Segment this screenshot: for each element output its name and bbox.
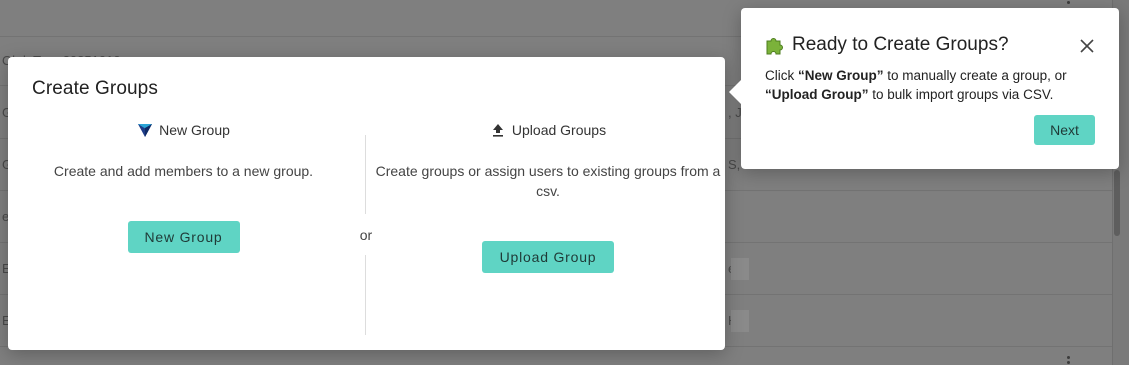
section-divider xyxy=(365,255,366,335)
create-groups-modal: Create Groups New Group Create and add m… xyxy=(8,57,725,350)
popover-body-middle: to manually create a group, or xyxy=(883,68,1067,83)
upload-group-description: Create groups or assign users to existin… xyxy=(375,163,721,199)
new-group-button[interactable]: New Group xyxy=(127,221,240,253)
modal-title: Create Groups xyxy=(32,78,158,99)
popover-title-text: Ready to Create Groups? xyxy=(792,34,1009,55)
section-divider xyxy=(365,135,366,214)
upload-group-heading: Upload Groups xyxy=(373,121,723,139)
upload-group-heading-label: Upload Groups xyxy=(511,122,607,138)
upload-group-section: Upload Groups Create groups or assign us… xyxy=(373,121,723,273)
popover-title: Ready to Create Groups? xyxy=(764,34,1009,56)
tour-popover: Ready to Create Groups? Click “New Group… xyxy=(729,8,1119,169)
bg-avatar xyxy=(731,258,749,280)
popover-body-new-group: “New Group” xyxy=(798,68,884,83)
group-flag-icon xyxy=(137,122,153,138)
popover-arrow xyxy=(729,80,741,104)
upload-icon xyxy=(490,122,506,138)
bg-kebab-icon xyxy=(1067,0,1071,6)
or-label: or xyxy=(359,227,373,243)
bg-cell-members: , J xyxy=(728,105,742,120)
upload-group-button[interactable]: Upload Group xyxy=(482,241,614,273)
close-icon[interactable] xyxy=(1079,38,1095,54)
popover-body: Click “New Group” to manually create a g… xyxy=(765,66,1095,104)
next-button[interactable]: Next xyxy=(1034,115,1095,145)
bg-kebab-icon xyxy=(1067,356,1071,365)
new-group-description: Create and add members to a new group. xyxy=(53,163,314,179)
new-group-heading: New Group xyxy=(32,121,335,139)
bg-avatar xyxy=(731,310,749,332)
puzzle-piece-icon xyxy=(764,34,786,56)
popover-body-suffix: to bulk import groups via CSV. xyxy=(868,87,1054,102)
popover-body-prefix: Click xyxy=(765,68,798,83)
new-group-section: New Group Create and add members to a ne… xyxy=(32,121,335,253)
bg-scrollbar-thumb xyxy=(1114,170,1120,236)
popover-body-upload-group: “Upload Group” xyxy=(765,87,869,102)
new-group-heading-label: New Group xyxy=(159,122,230,138)
